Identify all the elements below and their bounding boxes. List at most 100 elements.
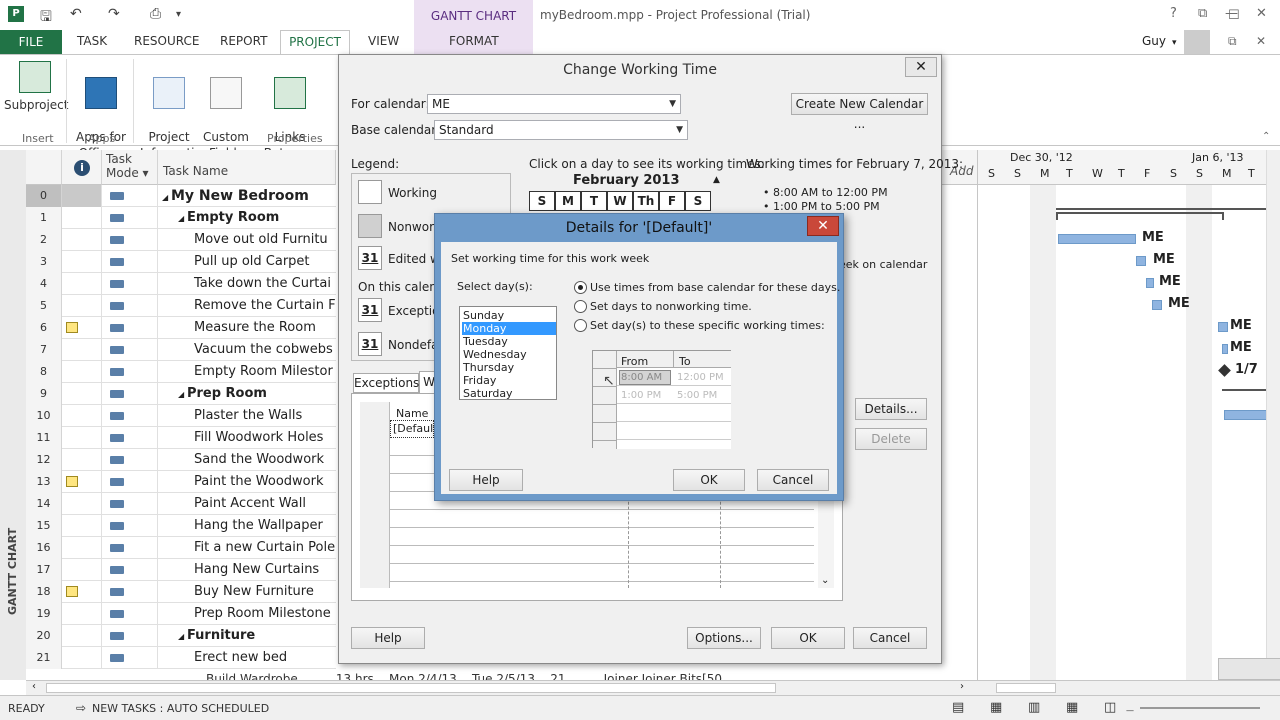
scrollbar-thumb[interactable]: [46, 683, 776, 693]
table-row[interactable]: 18 Buy New Furniture: [26, 581, 336, 603]
tab-resource[interactable]: RESOURCE: [134, 34, 199, 48]
task-bar[interactable]: [1218, 322, 1228, 332]
task-mode-cell[interactable]: [102, 251, 158, 273]
table-row[interactable]: 0 ◢ My New Bedroom: [26, 185, 336, 207]
task-mode-cell[interactable]: [102, 537, 158, 559]
task-mode-cell[interactable]: [102, 427, 158, 449]
task-name-cell[interactable]: Paint the Woodwork: [158, 471, 323, 493]
task-name-cell[interactable]: Paint Accent Wall: [158, 493, 306, 515]
task-mode-cell[interactable]: [102, 207, 158, 229]
task-name-cell[interactable]: ◢ Prep Room: [158, 383, 267, 405]
options-button[interactable]: Options...: [687, 627, 761, 649]
table-row[interactable]: 8 Empty Room Milestor: [26, 361, 336, 383]
collapse-triangle-icon[interactable]: ◢: [178, 632, 187, 641]
table-row[interactable]: 5 Remove the Curtain F: [26, 295, 336, 317]
resource-sheet-icon[interactable]: ▦: [1066, 700, 1078, 715]
table-row[interactable]: 20 ◢ Furniture: [26, 625, 336, 647]
task-name-cell[interactable]: Fit a new Curtain Pole: [158, 537, 335, 559]
task-name-cell[interactable]: Sand the Woodwork: [158, 449, 324, 471]
milestone-diamond[interactable]: [1218, 364, 1231, 377]
calendar-scroll-up-icon[interactable]: ▲: [713, 175, 720, 185]
row-id[interactable]: 5: [26, 295, 62, 317]
scroll-right-icon[interactable]: ›: [960, 681, 964, 692]
indicators-header[interactable]: i: [62, 150, 102, 185]
restore-window-icon[interactable]: ⧉: [1228, 34, 1237, 49]
table-row[interactable]: 14 Paint Accent Wall: [26, 493, 336, 515]
horizontal-scrollbars[interactable]: ‹ ›: [26, 680, 1280, 695]
task-mode-cell[interactable]: [102, 229, 158, 251]
task-mode-cell[interactable]: [102, 339, 158, 361]
task-bar[interactable]: [1058, 234, 1136, 244]
table-row[interactable]: 13 Paint the Woodwork: [26, 471, 336, 493]
task-name-cell[interactable]: ◢ Empty Room: [158, 207, 279, 229]
collapse-triangle-icon[interactable]: ◢: [162, 193, 171, 202]
task-mode-cell[interactable]: [102, 383, 158, 405]
task-usage-icon[interactable]: ▦: [990, 700, 1002, 715]
row-id[interactable]: 4: [26, 273, 62, 295]
task-name-cell[interactable]: Fill Woodwork Holes: [158, 427, 323, 449]
day-option[interactable]: Friday: [462, 374, 556, 387]
zoom-slider[interactable]: [1140, 707, 1260, 709]
task-mode-cell[interactable]: [102, 581, 158, 603]
task-mode-header[interactable]: Task Mode ▾: [102, 150, 158, 185]
close-icon[interactable]: ✕: [905, 57, 937, 77]
row-id[interactable]: 20: [26, 625, 62, 647]
view-shortcuts-overlay[interactable]: [1218, 658, 1280, 680]
to-cell[interactable]: 5:00 PM: [677, 390, 717, 401]
task-name-cell[interactable]: Measure the Room: [158, 317, 316, 339]
table-row[interactable]: 6 Measure the Room: [26, 317, 336, 339]
task-mode-cell[interactable]: [102, 185, 158, 207]
task-mode-cell[interactable]: [102, 603, 158, 625]
scroll-left-icon[interactable]: ‹: [32, 681, 36, 692]
task-name-cell[interactable]: Erect new bed: [158, 647, 287, 669]
tab-report[interactable]: REPORT: [220, 34, 267, 48]
row-id[interactable]: 11: [26, 427, 62, 449]
row-id[interactable]: 21: [26, 647, 62, 669]
close-icon[interactable]: ✕: [1256, 6, 1267, 21]
row-id[interactable]: 18: [26, 581, 62, 603]
task-mode-cell[interactable]: [102, 317, 158, 339]
use-base-radio[interactable]: [574, 281, 587, 294]
tab-exceptions[interactable]: Exceptions: [353, 373, 419, 393]
task-mode-cell[interactable]: [102, 471, 158, 493]
task-name-cell[interactable]: Hang New Curtains: [158, 559, 319, 581]
row-id[interactable]: 14: [26, 493, 62, 515]
row-id[interactable]: 7: [26, 339, 62, 361]
task-name-cell[interactable]: Buy New Furniture: [158, 581, 314, 603]
table-row[interactable]: 10 Plaster the Walls: [26, 405, 336, 427]
task-name-cell[interactable]: Prep Room Milestone: [158, 603, 331, 625]
specific-times-radio[interactable]: [574, 319, 587, 332]
user-name[interactable]: Guy: [1142, 34, 1166, 48]
delete-button[interactable]: Delete: [855, 428, 927, 450]
gantt-view-icon[interactable]: ▤: [952, 700, 964, 715]
help-button[interactable]: Help: [351, 627, 425, 649]
maximize-icon[interactable]: ☐: [1228, 8, 1240, 23]
task-name-header[interactable]: Task Name: [158, 150, 336, 185]
task-name-cell[interactable]: Take down the Curtai: [158, 273, 331, 295]
task-name-cell[interactable]: ◢ My New Bedroom: [158, 185, 309, 207]
task-mode-cell[interactable]: [102, 405, 158, 427]
task-bar[interactable]: [1136, 256, 1146, 266]
custom-fields-button[interactable]: Custom Fields: [202, 61, 250, 161]
chart-scroll-thumb[interactable]: [996, 683, 1056, 693]
row-id[interactable]: 19: [26, 603, 62, 625]
task-name-cell[interactable]: Empty Room Milestor: [158, 361, 333, 383]
row-id[interactable]: 8: [26, 361, 62, 383]
subproject-button[interactable]: Subproject: [4, 61, 69, 113]
tab-file[interactable]: FILE: [0, 30, 62, 54]
nonworking-radio[interactable]: [574, 300, 587, 313]
day-option[interactable]: Sunday: [462, 309, 556, 322]
task-bar[interactable]: [1152, 300, 1162, 310]
table-row[interactable]: 19 Prep Room Milestone: [26, 603, 336, 625]
table-row[interactable]: 1 ◢ Empty Room: [26, 207, 336, 229]
task-name-cell[interactable]: Move out old Furnitu: [158, 229, 328, 251]
project-information-button[interactable]: Project Information: [140, 61, 209, 161]
task-bar[interactable]: [1146, 278, 1154, 288]
qat-customize-icon[interactable]: ▾: [176, 9, 181, 20]
task-bar[interactable]: [1222, 344, 1228, 354]
task-name-cell[interactable]: Remove the Curtain F: [158, 295, 336, 317]
cancel-button[interactable]: Cancel: [853, 627, 927, 649]
print-preview-icon[interactable]: ⎙: [150, 6, 161, 22]
tab-view[interactable]: VIEW: [368, 34, 399, 48]
row-id[interactable]: 16: [26, 537, 62, 559]
